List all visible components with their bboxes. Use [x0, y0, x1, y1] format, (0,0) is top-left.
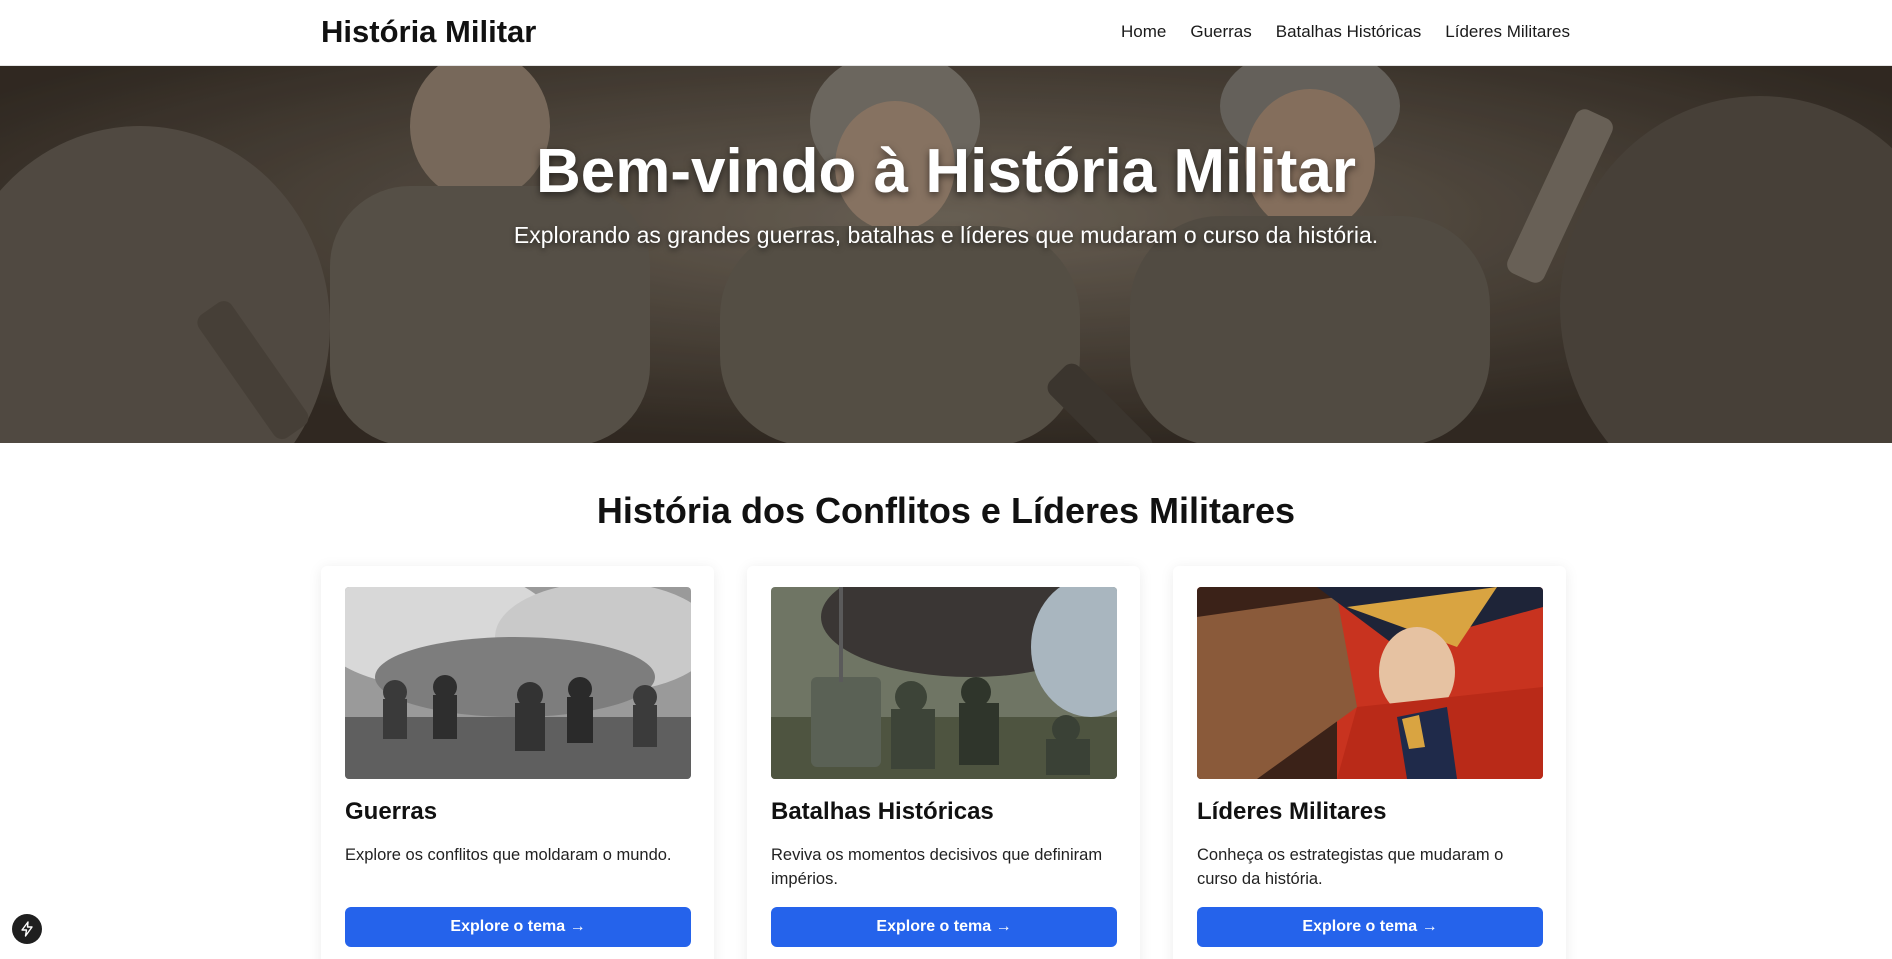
site-logo-text[interactable]: História Militar	[321, 14, 536, 50]
card-description: Explore os conflitos que moldaram o mund…	[345, 846, 672, 864]
hero-banner: Bem-vindo à História Militar Explorando …	[0, 66, 1892, 443]
card-image-guerras	[345, 587, 691, 779]
card-batalhas: Batalhas Históricas Reviva os momentos d…	[747, 566, 1140, 959]
explore-button-lideres[interactable]: Explore o tema →	[1197, 907, 1543, 947]
explore-button-batalhas[interactable]: Explore o tema →	[771, 907, 1117, 947]
hero-subtitle: Explorando as grandes guerras, batalhas …	[513, 222, 1379, 248]
main-nav: Home Guerras Batalhas Históricas Líderes…	[1121, 22, 1570, 42]
card-title: Líderes Militares	[1197, 798, 1387, 825]
card-title: Batalhas Históricas	[771, 798, 994, 825]
hero-title: Bem-vindo à História Militar	[536, 137, 1356, 206]
nav-link-guerras[interactable]: Guerras	[1190, 22, 1251, 42]
nav-link-batalhas[interactable]: Batalhas Históricas	[1276, 22, 1422, 42]
explore-button-guerras[interactable]: Explore o tema →	[345, 907, 691, 947]
card-description: Reviva os momentos decisivos que definir…	[771, 846, 1103, 888]
card-image-batalhas	[771, 587, 1117, 779]
card-title: Guerras	[345, 798, 438, 825]
section-title: História dos Conflitos e Líderes Militar…	[596, 490, 1296, 531]
lightning-bolt-icon[interactable]	[12, 914, 42, 944]
card-description: Conheça os estrategistas que mudaram o c…	[1197, 846, 1504, 888]
top-navigation-bar: História Militar Home Guerras Batalhas H…	[0, 0, 1892, 66]
card-image-lideres	[1197, 587, 1543, 779]
nav-link-home[interactable]: Home	[1121, 22, 1166, 42]
card-lideres: Líderes Militares Conheça os estrategist…	[1173, 566, 1566, 959]
card-guerras: Guerras Explore os conflitos que moldara…	[321, 566, 714, 959]
nav-link-lideres[interactable]: Líderes Militares	[1445, 22, 1570, 42]
hero-overlay	[0, 66, 1892, 443]
